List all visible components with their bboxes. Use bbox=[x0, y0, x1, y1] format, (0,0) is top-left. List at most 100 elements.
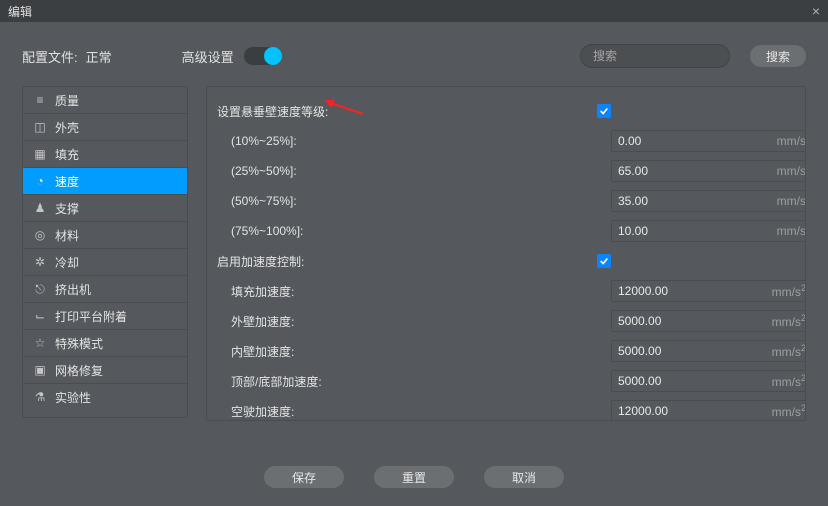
setting-row: 填充加速度:mm/s2 bbox=[217, 277, 793, 305]
search-input[interactable] bbox=[580, 44, 730, 68]
advanced-toggle[interactable] bbox=[244, 47, 282, 65]
value-field: mm/s2 bbox=[611, 370, 806, 392]
sidebar-item-质量[interactable]: ≡质量 bbox=[23, 87, 187, 114]
value-input[interactable] bbox=[612, 131, 777, 151]
advanced-label: 高级设置 bbox=[182, 47, 234, 66]
advanced-toggle-group: 高级设置 bbox=[182, 47, 282, 66]
setting-label: 填充加速度: bbox=[217, 283, 611, 300]
setting-row: 外壁加速度:mm/s2 bbox=[217, 307, 793, 335]
sidebar-item-网格修复[interactable]: ▣网格修复 bbox=[23, 357, 187, 384]
checkbox[interactable] bbox=[597, 104, 611, 118]
sidebar-item-label: 材料 bbox=[55, 227, 79, 244]
unit-label: mm/s2 bbox=[772, 373, 806, 389]
setting-label: 空驶加速度: bbox=[217, 403, 611, 420]
extruder-icon: ⎋ bbox=[33, 282, 47, 296]
close-icon[interactable]: × bbox=[812, 3, 820, 19]
cancel-button[interactable]: 取消 bbox=[484, 466, 564, 488]
value-field: mm/s2 bbox=[611, 280, 806, 302]
setting-control bbox=[597, 104, 793, 118]
config-file-label: 配置文件: bbox=[22, 47, 78, 66]
sidebar-item-label: 打印平台附着 bbox=[55, 308, 127, 325]
adhesion-icon: ⌙ bbox=[33, 309, 47, 323]
setting-control: mm/s2 bbox=[611, 310, 806, 332]
mesh-icon: ▣ bbox=[33, 363, 47, 377]
value-input[interactable] bbox=[612, 311, 772, 331]
value-input[interactable] bbox=[612, 191, 777, 211]
cooling-icon: ✲ bbox=[33, 255, 47, 269]
unit-label: mm/s bbox=[777, 224, 806, 238]
value-field: mm/s bbox=[611, 160, 806, 182]
sidebar-item-填充[interactable]: ▦填充 bbox=[23, 141, 187, 168]
sidebar-item-材料[interactable]: ◎材料 bbox=[23, 222, 187, 249]
value-field: mm/s2 bbox=[611, 310, 806, 332]
setting-label: (10%~25%]: bbox=[217, 134, 611, 148]
sidebar-item-label: 质量 bbox=[55, 92, 79, 109]
speed-icon: ◔ bbox=[33, 174, 47, 188]
value-input[interactable] bbox=[612, 341, 772, 361]
setting-row: 启用加速度控制: bbox=[217, 247, 793, 275]
setting-control: mm/s2 bbox=[611, 340, 806, 362]
setting-row: (10%~25%]:mm/s bbox=[217, 127, 793, 155]
support-icon: ♟ bbox=[33, 201, 47, 215]
footer-buttons: 保存 重置 取消 bbox=[22, 456, 806, 498]
value-field: mm/s2 bbox=[611, 400, 806, 421]
search-button[interactable]: 搜索 bbox=[750, 45, 806, 67]
main-area: ≡质量◫外壳▦填充 ◔ 速度 ♟ 支撑 ◎材料 ✲ 冷却 ⎋ 挤出机 ⌙ 打印平台附着 ☆特殊模式▣网格… bbox=[22, 86, 806, 450]
sidebar-item-冷却[interactable]: ✲ 冷却 bbox=[23, 249, 187, 276]
toggle-knob bbox=[264, 47, 282, 65]
value-input[interactable] bbox=[612, 161, 777, 181]
window-title: 编辑 bbox=[8, 3, 32, 20]
unit-label: mm/s2 bbox=[772, 313, 806, 329]
value-input[interactable] bbox=[612, 221, 777, 241]
search-group: 搜索 bbox=[580, 44, 806, 68]
top-bar: 配置文件: 正常 高级设置 搜索 bbox=[22, 44, 806, 68]
unit-label: mm/s bbox=[777, 194, 806, 208]
sidebar-item-label: 支撑 bbox=[55, 200, 79, 217]
config-file-display: 配置文件: 正常 bbox=[22, 47, 112, 66]
setting-label: 设置悬垂壁速度等级: bbox=[217, 103, 597, 120]
unit-label: mm/s2 bbox=[772, 343, 806, 359]
sidebar-item-打印平台附着[interactable]: ⌙ 打印平台附着 bbox=[23, 303, 187, 330]
setting-label: 外壁加速度: bbox=[217, 313, 611, 330]
value-input[interactable] bbox=[612, 371, 772, 391]
setting-control: mm/s bbox=[611, 190, 806, 212]
value-input[interactable] bbox=[612, 401, 772, 421]
sidebar-item-label: 速度 bbox=[55, 173, 79, 190]
sidebar-item-label: 冷却 bbox=[55, 254, 79, 271]
sidebar-item-挤出机[interactable]: ⎋ 挤出机 bbox=[23, 276, 187, 303]
sidebar-item-支撑[interactable]: ♟ 支撑 bbox=[23, 195, 187, 222]
reset-button[interactable]: 重置 bbox=[374, 466, 454, 488]
sidebar-item-外壳[interactable]: ◫外壳 bbox=[23, 114, 187, 141]
setting-row: 顶部/底部加速度:mm/s2 bbox=[217, 367, 793, 395]
setting-row: 设置悬垂壁速度等级: bbox=[217, 97, 793, 125]
value-field: mm/s bbox=[611, 130, 806, 152]
setting-label: (25%~50%]: bbox=[217, 164, 611, 178]
annotation-arrow-icon bbox=[325, 100, 365, 119]
category-sidebar[interactable]: ≡质量◫外壳▦填充 ◔ 速度 ♟ 支撑 ◎材料 ✲ 冷却 ⎋ 挤出机 ⌙ 打印平台附着 ☆特殊模式▣网格… bbox=[22, 86, 188, 418]
unit-label: mm/s2 bbox=[772, 283, 806, 299]
setting-control: mm/s2 bbox=[611, 280, 806, 302]
settings-panel[interactable]: 设置悬垂壁速度等级:(10%~25%]:mm/s(25%~50%]:mm/s(5… bbox=[206, 86, 806, 421]
setting-label: 启用加速度控制: bbox=[217, 253, 597, 270]
setting-row: 内壁加速度:mm/s2 bbox=[217, 337, 793, 365]
sidebar-item-速度[interactable]: ◔ 速度 bbox=[23, 168, 187, 195]
sidebar-item-label: 特殊模式 bbox=[55, 335, 103, 352]
setting-control: mm/s bbox=[611, 130, 806, 152]
sidebar-item-实验性[interactable]: ⚗实验性 bbox=[23, 384, 187, 410]
unit-label: mm/s2 bbox=[772, 403, 806, 419]
sidebar-item-特殊模式[interactable]: ☆特殊模式 bbox=[23, 330, 187, 357]
setting-row: 空驶加速度:mm/s2 bbox=[217, 397, 793, 421]
checkbox[interactable] bbox=[597, 254, 611, 268]
edit-dialog: 编辑 × 配置文件: 正常 高级设置 搜索 ≡质量◫外壳▦填充 ◔ 速度 ♟ 支撑 ◎材料… bbox=[0, 0, 828, 506]
save-button[interactable]: 保存 bbox=[264, 466, 344, 488]
titlebar: 编辑 × bbox=[0, 0, 828, 22]
setting-label: (50%~75%]: bbox=[217, 194, 611, 208]
setting-row: (25%~50%]:mm/s bbox=[217, 157, 793, 185]
setting-control bbox=[597, 254, 793, 268]
unit-label: mm/s bbox=[777, 134, 806, 148]
setting-row: (50%~75%]:mm/s bbox=[217, 187, 793, 215]
config-file-value: 正常 bbox=[86, 47, 112, 66]
setting-control: mm/s2 bbox=[611, 400, 806, 421]
sidebar-item-label: 挤出机 bbox=[55, 281, 91, 298]
value-input[interactable] bbox=[612, 281, 772, 301]
